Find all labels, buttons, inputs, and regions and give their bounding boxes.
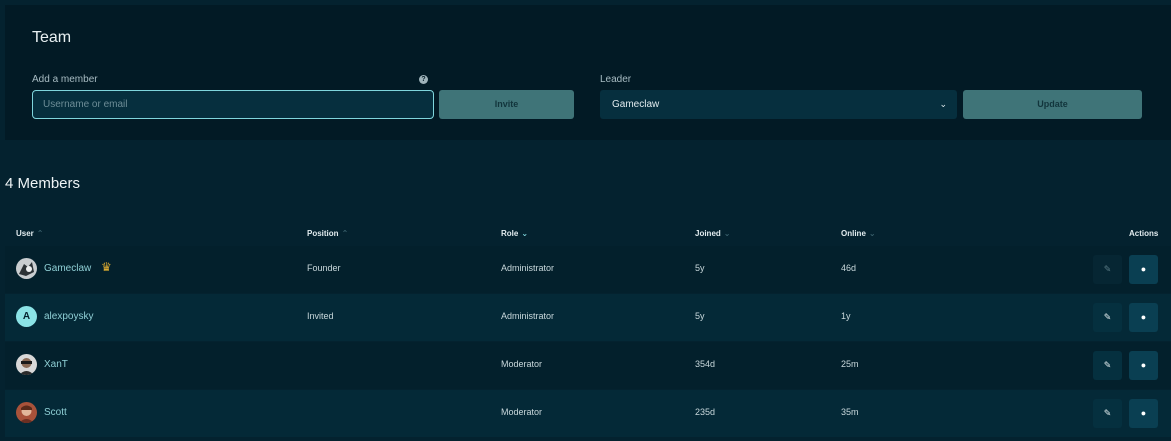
add-member-input[interactable]: [32, 90, 434, 119]
online-cell: 35m: [841, 407, 859, 417]
invite-button[interactable]: Invite: [439, 90, 574, 119]
edit-member-button[interactable]: ✎: [1093, 303, 1122, 332]
sort-up-icon: ⌃: [36, 229, 44, 238]
edit-member-button[interactable]: ✎: [1093, 351, 1122, 380]
chat-bubble-icon: ●: [1140, 360, 1147, 370]
online-cell: 1y: [841, 311, 851, 321]
position-cell: Invited: [307, 311, 334, 321]
message-member-button[interactable]: ●: [1129, 351, 1158, 380]
leader-label: Leader: [600, 74, 632, 85]
sort-down-icon: ⌄: [868, 229, 876, 238]
online-cell: 25m: [841, 359, 859, 369]
position-cell: Founder: [307, 263, 341, 273]
edit-member-button[interactable]: ✎: [1093, 255, 1122, 284]
username-link[interactable]: Scott: [44, 407, 67, 418]
joined-cell: 5y: [695, 311, 705, 321]
leader-value: Gameclaw: [612, 99, 660, 110]
username-link[interactable]: XanT: [44, 359, 68, 370]
avatar[interactable]: [16, 258, 37, 279]
team-title: Team: [32, 29, 72, 46]
add-member-label: Add a member: [32, 74, 98, 85]
table-row: XanT Moderator 354d 25m ✎ ●: [5, 342, 1171, 389]
sort-down-active-icon: ⌄: [521, 229, 529, 238]
username-link[interactable]: Gameclaw: [44, 263, 91, 274]
chat-bubble-icon: ●: [1140, 408, 1147, 418]
crown-icon: ♛: [101, 260, 112, 274]
online-cell: 46d: [841, 263, 857, 273]
chat-bubble-icon: ●: [1140, 264, 1147, 274]
edit-icon: ✎: [1103, 312, 1112, 322]
username-link[interactable]: alexpoysky: [44, 311, 93, 322]
help-icon[interactable]: ?: [419, 75, 428, 84]
chat-bubble-icon: ●: [1140, 312, 1147, 322]
role-cell: Administrator: [501, 263, 555, 273]
role-cell: Moderator: [501, 359, 543, 369]
chevron-down-icon: ⌄: [939, 99, 947, 109]
edit-icon: ✎: [1103, 408, 1112, 418]
edit-member-button[interactable]: ✎: [1093, 399, 1122, 428]
leader-select[interactable]: Gameclaw ⌄: [600, 90, 957, 119]
update-button[interactable]: Update: [963, 90, 1142, 119]
column-header-role[interactable]: Role ⌄: [501, 229, 528, 238]
column-header-position[interactable]: Position ⌃: [307, 229, 348, 238]
edit-icon: ✎: [1103, 360, 1112, 370]
role-cell: Administrator: [501, 311, 555, 321]
message-member-button[interactable]: ●: [1129, 399, 1158, 428]
edit-icon: ✎: [1103, 264, 1112, 274]
column-header-user[interactable]: User ⌃: [16, 229, 44, 238]
column-header-actions: Actions: [1129, 229, 1159, 238]
column-header-joined[interactable]: Joined ⌄: [695, 229, 730, 238]
joined-cell: 5y: [695, 263, 705, 273]
table-row: Scott Moderator 235d 35m ✎ ●: [5, 390, 1171, 437]
role-cell: Moderator: [501, 407, 543, 417]
avatar[interactable]: [16, 354, 37, 375]
message-member-button[interactable]: ●: [1129, 303, 1158, 332]
sort-down-icon: ⌄: [723, 229, 731, 238]
members-count-title: 4 Members: [5, 175, 81, 192]
avatar[interactable]: [16, 402, 37, 423]
team-panel: Team Add a member ? Invite Leader Gamecl…: [5, 5, 1171, 140]
joined-cell: 354d: [695, 359, 716, 369]
sort-up-icon: ⌃: [341, 229, 349, 238]
table-row: A alexpoysky Invited Administrator 5y 1y…: [5, 294, 1171, 341]
avatar[interactable]: A: [16, 306, 37, 327]
column-header-online[interactable]: Online ⌄: [841, 229, 876, 238]
table-row: Gameclaw ♛ Founder Administrator 5y 46d …: [5, 246, 1171, 293]
message-member-button[interactable]: ●: [1129, 255, 1158, 284]
joined-cell: 235d: [695, 407, 716, 417]
